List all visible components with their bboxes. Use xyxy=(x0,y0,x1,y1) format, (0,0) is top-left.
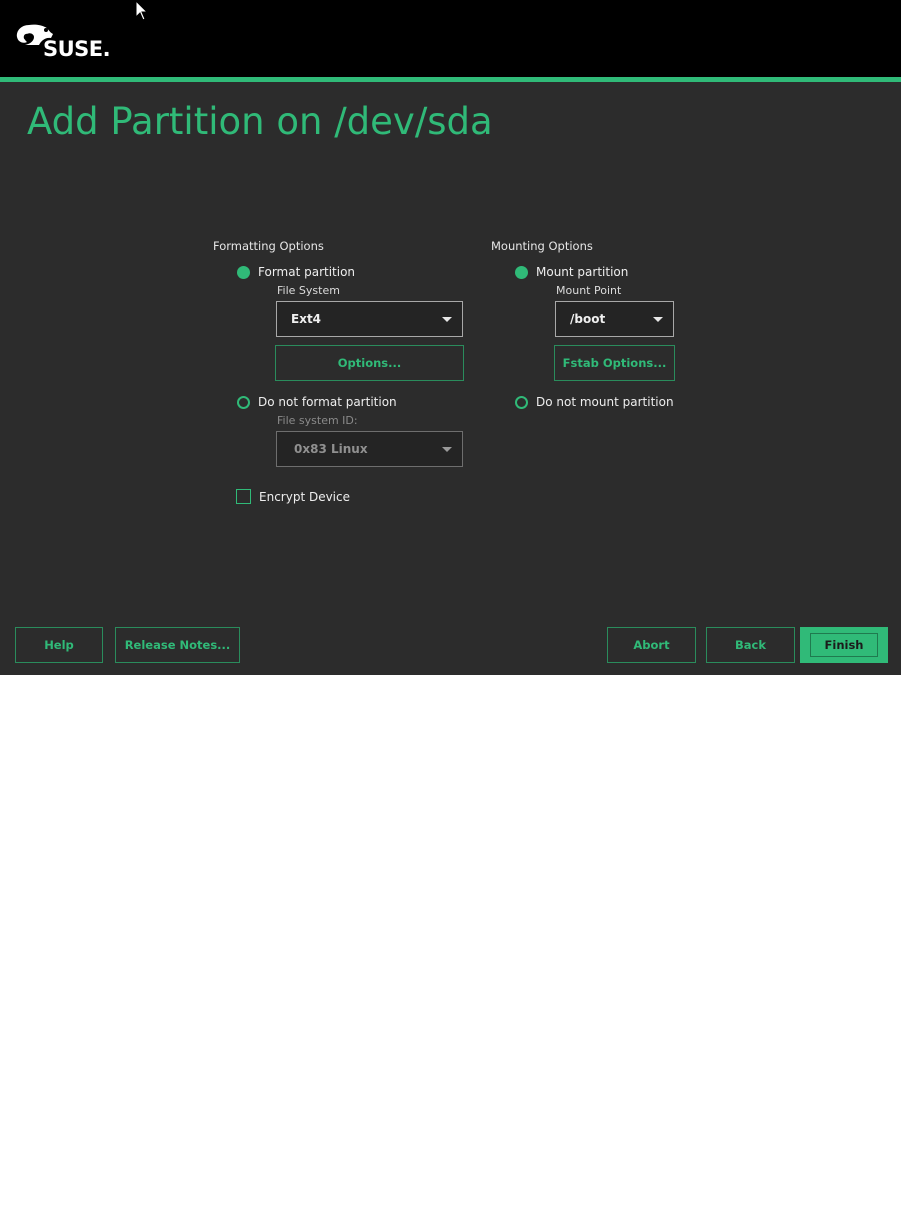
finish-button[interactable]: Finish xyxy=(800,627,888,663)
do-not-mount-radio[interactable] xyxy=(515,396,528,409)
encrypt-device-label[interactable]: Encrypt Device xyxy=(259,490,350,504)
back-button[interactable]: Back xyxy=(706,627,795,663)
file-system-label: File System xyxy=(277,284,340,297)
chevron-down-icon xyxy=(442,447,452,452)
abort-button[interactable]: Abort xyxy=(607,627,696,663)
suse-logo: SUSE. xyxy=(15,21,111,65)
mount-partition-label[interactable]: Mount partition xyxy=(536,265,628,279)
page-title: Add Partition on /dev/sda xyxy=(27,100,493,143)
file-system-combo[interactable]: Ext4 xyxy=(276,301,463,337)
release-notes-button[interactable]: Release Notes... xyxy=(115,627,240,663)
finish-button-label: Finish xyxy=(810,633,878,657)
mount-point-combo[interactable]: /boot xyxy=(555,301,674,337)
mounting-options-title: Mounting Options xyxy=(491,239,593,253)
mount-partition-radio[interactable] xyxy=(515,266,528,279)
help-button[interactable]: Help xyxy=(15,627,103,663)
mount-point-label: Mount Point xyxy=(556,284,622,297)
fstab-options-button[interactable]: Fstab Options... xyxy=(554,345,675,381)
options-button[interactable]: Options... xyxy=(275,345,464,381)
mount-point-value: /boot xyxy=(570,312,606,326)
suse-wordmark: SUSE. xyxy=(43,37,111,61)
format-partition-radio[interactable] xyxy=(237,266,250,279)
installer-screen: SUSE. Add Partition on /dev/sda Formatti… xyxy=(0,0,901,675)
file-system-id-value: 0x83 Linux xyxy=(294,442,368,456)
file-system-id-label: File system ID: xyxy=(277,414,358,427)
file-system-value: Ext4 xyxy=(291,312,322,326)
file-system-id-combo: 0x83 Linux xyxy=(276,431,463,467)
chevron-down-icon xyxy=(653,317,663,322)
format-partition-label[interactable]: Format partition xyxy=(258,265,355,279)
encrypt-device-checkbox[interactable] xyxy=(236,489,251,504)
do-not-format-label[interactable]: Do not format partition xyxy=(258,395,397,409)
top-bar: SUSE. xyxy=(0,0,901,77)
do-not-format-radio[interactable] xyxy=(237,396,250,409)
do-not-mount-label[interactable]: Do not mount partition xyxy=(536,395,674,409)
chevron-down-icon xyxy=(442,317,452,322)
mouse-pointer-icon xyxy=(135,0,149,21)
accent-line xyxy=(0,77,901,82)
formatting-options-title: Formatting Options xyxy=(213,239,324,253)
